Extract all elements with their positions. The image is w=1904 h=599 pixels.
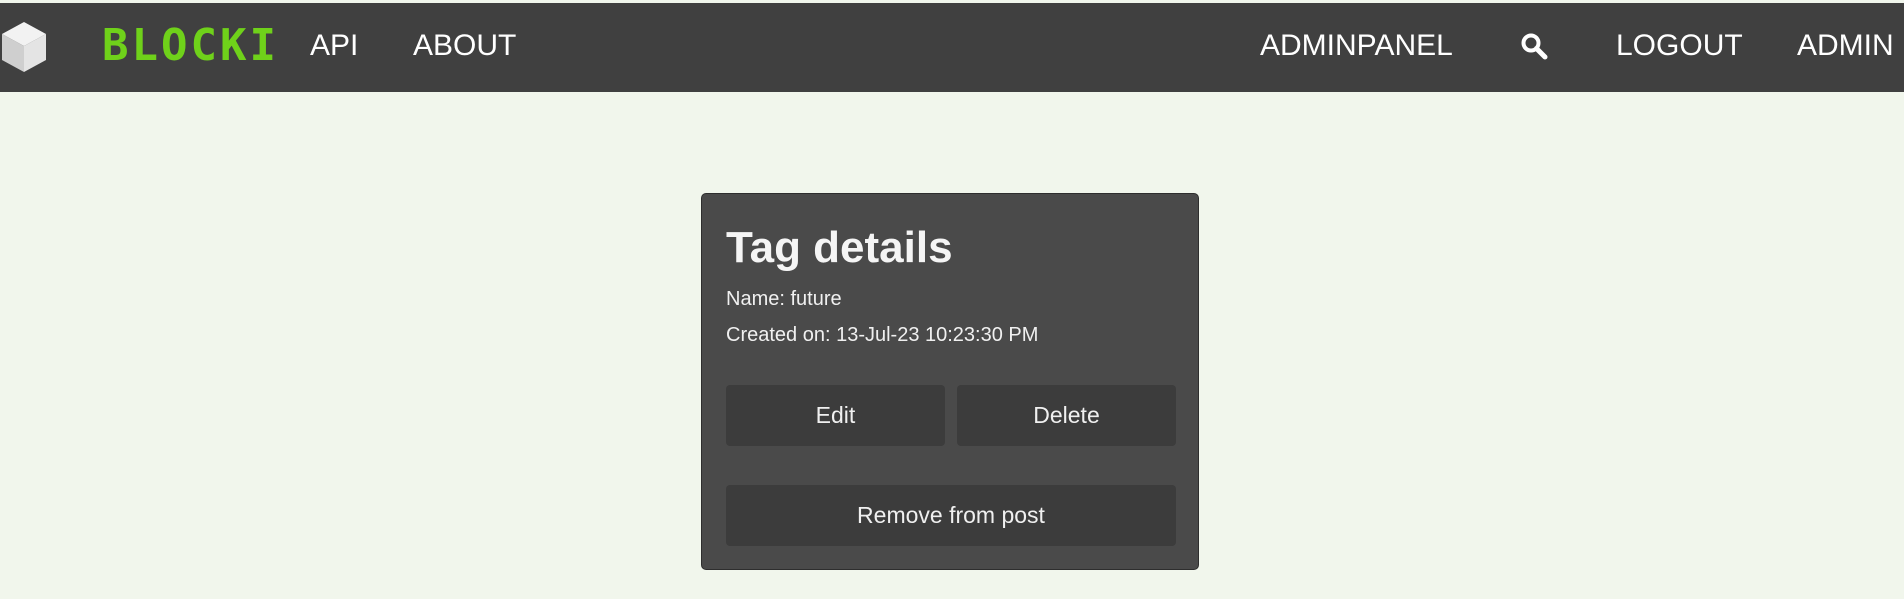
top-navigation-bar: BLOCKI API ABOUT ADMINPANEL LOGOUT ADMIN — [0, 3, 1904, 92]
cube-icon[interactable] — [0, 20, 48, 74]
search-icon[interactable] — [1520, 32, 1548, 60]
nav-link-logout[interactable]: LOGOUT — [1616, 25, 1743, 67]
remove-from-post-button[interactable]: Remove from post — [726, 485, 1176, 546]
tag-details-card: Tag details Name: future Created on: 13-… — [701, 193, 1199, 570]
tag-name-text: Name: future — [726, 288, 842, 310]
nav-link-adminpanel[interactable]: ADMINPANEL — [1260, 25, 1453, 67]
nav-link-about[interactable]: ABOUT — [413, 25, 516, 67]
brand-logo[interactable]: BLOCKI — [102, 21, 279, 71]
tag-created-text: Created on: 13-Jul-23 10:23:30 PM — [726, 324, 1039, 346]
delete-button[interactable]: Delete — [957, 385, 1176, 446]
nav-link-api[interactable]: API — [310, 25, 358, 67]
edit-button[interactable]: Edit — [726, 385, 945, 446]
nav-link-admin[interactable]: ADMIN — [1797, 25, 1894, 67]
card-title: Tag details — [726, 223, 953, 272]
